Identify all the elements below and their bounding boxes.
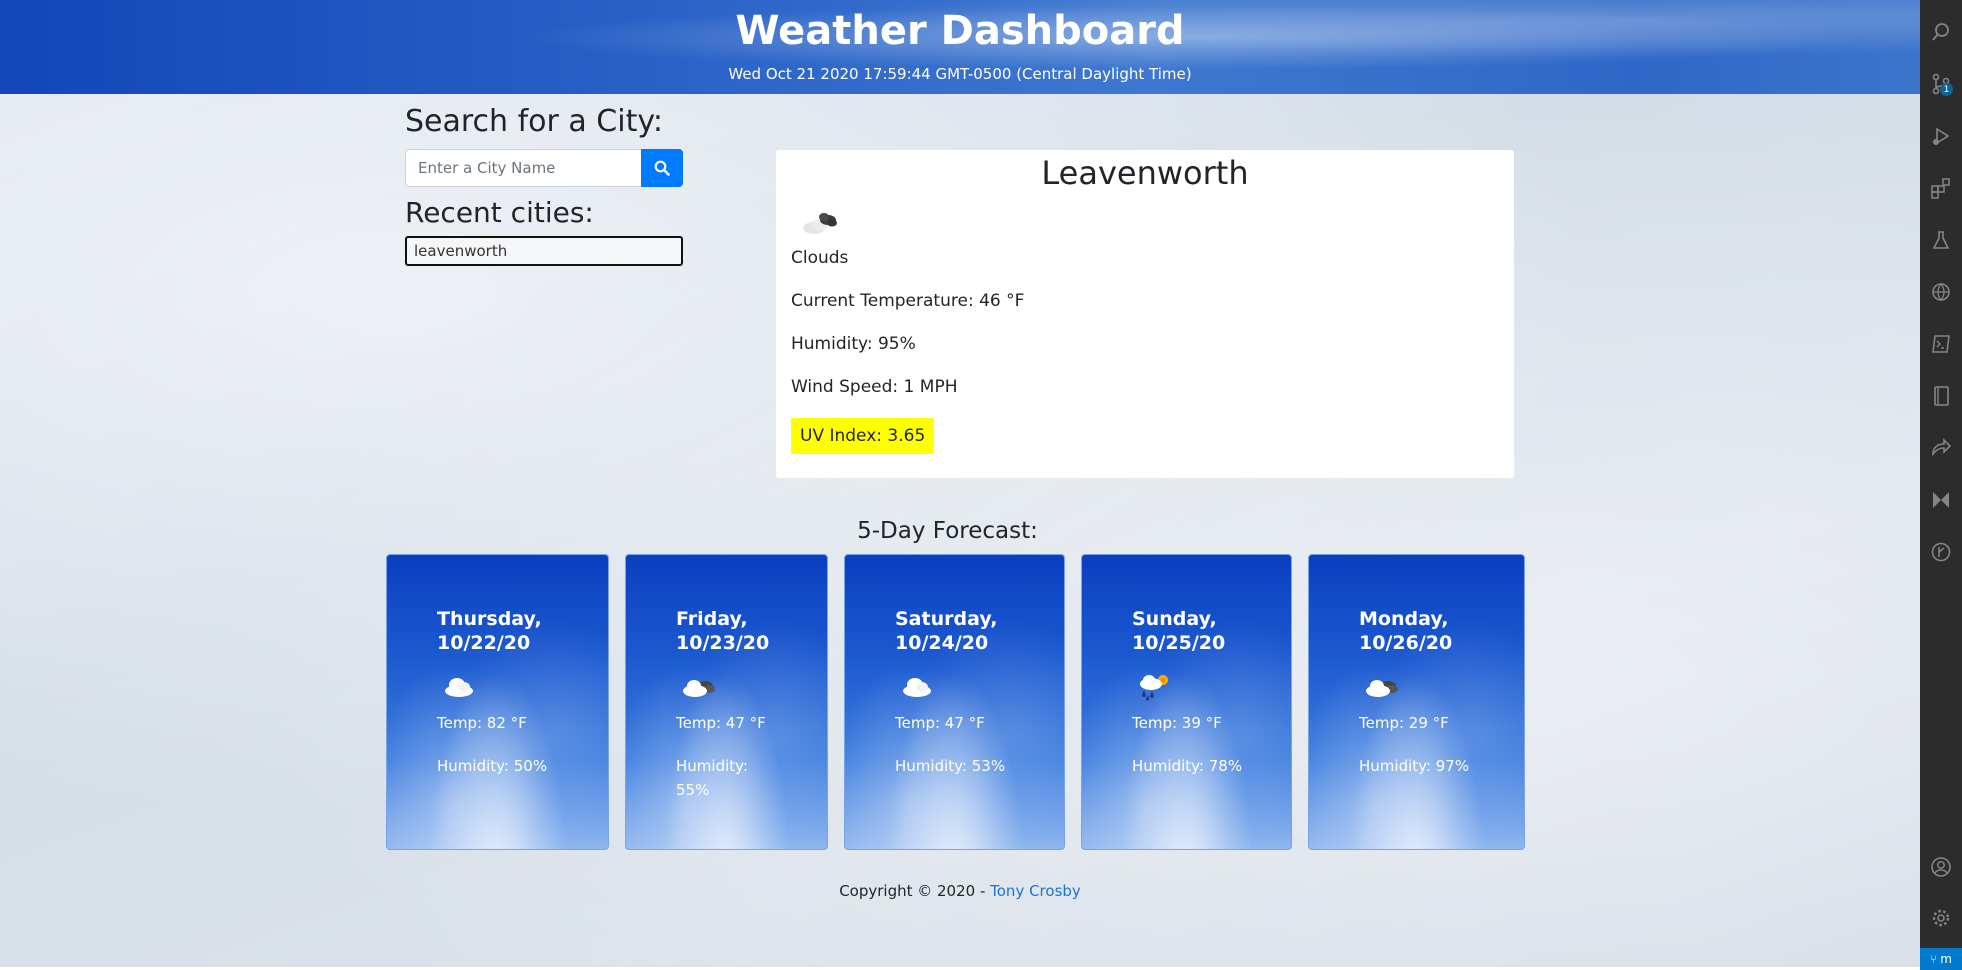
forecast-date-value: 10/24/20 — [895, 632, 989, 654]
current-city-name: Leavenworth — [1041, 154, 1249, 192]
forecast-card: Monday, 10/26/20 Temp: 29 °F Humidity: 9… — [1308, 554, 1525, 850]
rain-sun-icon — [1140, 675, 1168, 701]
source-control-badge: 1 — [1940, 83, 1953, 96]
forecast-date: Thursday, 10/22/20 — [437, 607, 557, 655]
author-link[interactable]: Tony Crosby — [990, 882, 1081, 900]
search-icon — [654, 160, 670, 176]
forecast-humidity: Humidity: 53% — [895, 757, 1006, 775]
forecast-date-value: 10/23/20 — [676, 632, 770, 654]
current-temperature: Current Temperature: 46 °F — [791, 291, 1025, 311]
forecast-temp: Temp: 47 °F — [676, 714, 766, 732]
terminal-icon[interactable] — [1929, 332, 1953, 356]
extensions-icon[interactable] — [1929, 176, 1953, 200]
search-form — [405, 149, 683, 187]
current-wind-speed: Wind Speed: 1 MPH — [791, 377, 958, 397]
forecast-temp: Temp: 39 °F — [1132, 714, 1222, 732]
forecast-date: Monday, 10/26/20 — [1359, 607, 1479, 655]
remote-status-indicator[interactable]: ⑂ m — [1920, 948, 1962, 970]
settings-gear-icon[interactable] — [1929, 906, 1953, 930]
footer: Copyright © 2020 - Tony Crosby — [0, 882, 1920, 900]
testing-icon[interactable] — [1929, 228, 1953, 252]
copyright-text: Copyright © 2020 - — [839, 882, 991, 900]
git-graph-icon[interactable] — [1929, 540, 1953, 564]
forecast-temp: Temp: 47 °F — [895, 714, 985, 732]
forecast-humidity: Humidity: 55% — [676, 757, 748, 799]
branch-icon: ⑂ — [1930, 952, 1941, 966]
account-icon[interactable] — [1929, 855, 1953, 879]
cloud-icon — [445, 678, 473, 697]
forecast-temp: Temp: 29 °F — [1359, 714, 1449, 732]
header-banner: Weather Dashboard Wed Oct 21 2020 17:59:… — [0, 0, 1920, 94]
current-humidity: Humidity: 95% — [791, 334, 916, 354]
forecast-card: Friday, 10/23/20 Temp: 47 °F Humidity: 5… — [625, 554, 828, 850]
forecast-card: Saturday, 10/24/20 Temp: 47 °F Humidity:… — [844, 554, 1065, 850]
forecast-heading: 5-Day Forecast: — [857, 518, 1038, 544]
forecast-humidity: Humidity: 50% — [437, 757, 548, 775]
forecast-weekday: Sunday, — [1132, 608, 1217, 630]
book-icon[interactable] — [1929, 384, 1953, 408]
forecast-date-value: 10/22/20 — [437, 632, 531, 654]
search-button[interactable] — [641, 149, 683, 187]
forecast-date-value: 10/25/20 — [1132, 632, 1226, 654]
cloud-icon — [903, 678, 931, 697]
recent-cities-heading: Recent cities: — [405, 196, 594, 229]
forecast-temp: Temp: 82 °F — [437, 714, 527, 732]
clouds-icon — [803, 213, 837, 234]
current-weather-card: Leavenworth Clouds Current Temperature: … — [776, 150, 1514, 478]
status-text: m — [1940, 952, 1952, 966]
forecast-date: Saturday, 10/24/20 — [895, 607, 1015, 655]
activity-bar: 1 ⑂ m — [1920, 0, 1962, 970]
forecast-card: Sunday, 10/25/20 Temp: 39 °F Humidity: 7… — [1081, 554, 1292, 850]
forecast-date: Sunday, 10/25/20 — [1132, 607, 1252, 655]
forecast-weekday: Monday, — [1359, 608, 1449, 630]
forecast-date-value: 10/26/20 — [1359, 632, 1453, 654]
remote-explorer-icon[interactable] — [1929, 280, 1953, 304]
forecast-humidity: Humidity: 97% — [1359, 757, 1470, 775]
recent-city-button[interactable]: leavenworth — [405, 236, 683, 266]
current-condition: Clouds — [791, 248, 849, 268]
current-datetime: Wed Oct 21 2020 17:59:44 GMT-0500 (Centr… — [728, 65, 1192, 83]
city-search-input[interactable] — [405, 149, 641, 187]
run-debug-icon[interactable] — [1929, 124, 1953, 148]
search-icon[interactable] — [1929, 20, 1953, 44]
source-control-icon[interactable]: 1 — [1929, 72, 1953, 96]
forecast-weekday: Friday, — [676, 608, 748, 630]
live-share-icon[interactable] — [1929, 436, 1953, 460]
search-heading: Search for a City: — [405, 104, 664, 139]
forecast-weekday: Saturday, — [895, 608, 998, 630]
forecast-card: Thursday, 10/22/20 Temp: 82 °F Humidity:… — [386, 554, 609, 850]
forecast-humidity: Humidity: 78% — [1132, 757, 1243, 775]
forecast-date: Friday, 10/23/20 — [676, 607, 796, 655]
page-title: Weather Dashboard — [735, 8, 1185, 54]
broken-clouds-icon — [1366, 680, 1398, 697]
forecast-weekday: Thursday, — [437, 608, 542, 630]
broken-clouds-icon — [683, 680, 715, 697]
kite-icon[interactable] — [1929, 488, 1953, 512]
uv-index-badge: UV Index: 3.65 — [791, 418, 935, 454]
